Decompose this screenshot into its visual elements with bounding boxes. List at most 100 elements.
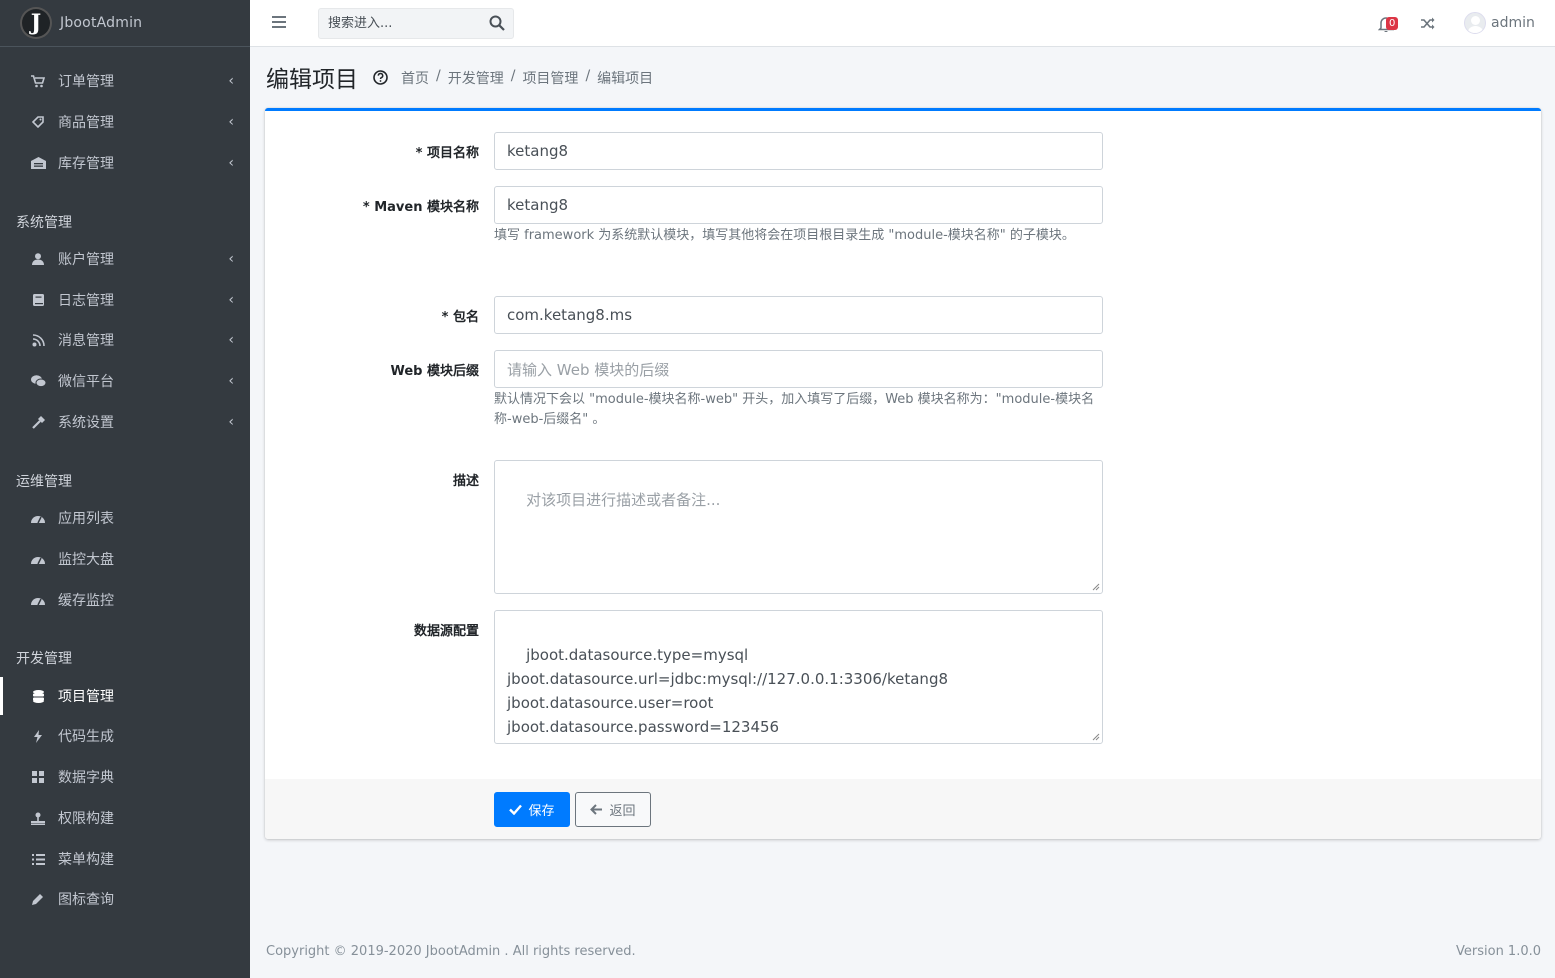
- gauge-icon: [30, 510, 46, 526]
- resize-handle-icon[interactable]: [1092, 583, 1100, 591]
- check-icon: [509, 804, 523, 815]
- gauge-icon: [30, 592, 46, 608]
- project-name-label: * 项目名称: [415, 146, 479, 161]
- warehouse-icon: [30, 155, 46, 171]
- version: Version 1.0.0: [1456, 944, 1542, 959]
- web-suffix-help: 默认情况下会以 "module-模块名称-web" 开头，加入填写了后缀，Web…: [494, 392, 1095, 427]
- sidebar-item-label: 项目管理: [58, 689, 114, 705]
- shuffle-icon[interactable]: [1420, 16, 1435, 31]
- sidebar-item-menus[interactable]: 菜单构建: [0, 840, 250, 878]
- sidebar-item-label: 菜单构建: [58, 852, 114, 868]
- edit-project-card: * 项目名称 ketang8 * Maven 模块名称 ketang8 填写 f…: [265, 108, 1541, 839]
- sidebar-item-label: 微信平台: [58, 374, 114, 390]
- sidebar-item-label: 消息管理: [58, 333, 114, 349]
- sidebar-item-permissions[interactable]: 权限构建: [0, 799, 250, 837]
- maven-module-help: 填写 framework 为系统默认模块，填写其他将会在项目根目录生成 "mod…: [494, 228, 1075, 243]
- sidebar-item-orders[interactable]: 订单管理 ‹: [0, 62, 250, 100]
- back-button[interactable]: 返回: [575, 792, 651, 827]
- username: admin: [1491, 15, 1535, 31]
- nav-header-system: 系统管理: [16, 215, 72, 231]
- sidebar-item-apps[interactable]: 应用列表: [0, 499, 250, 537]
- sidebar-item-label: 账户管理: [58, 252, 114, 268]
- breadcrumb-separator: /: [436, 68, 441, 84]
- sidebar-item-label: 权限构建: [58, 811, 114, 827]
- save-button[interactable]: 保存: [494, 792, 570, 827]
- sidebar-item-label: 日志管理: [58, 293, 114, 309]
- package-name-input[interactable]: com.ketang8.ms: [494, 296, 1103, 334]
- sidebar-item-dictionary[interactable]: 数据字典: [0, 758, 250, 796]
- tag-icon: [30, 114, 46, 130]
- sidebar-item-codegen[interactable]: 代码生成: [0, 717, 250, 755]
- resize-handle-icon[interactable]: [1092, 733, 1100, 741]
- sidebar-item-messages[interactable]: 消息管理 ‹: [0, 321, 250, 359]
- chevron-left-icon: ‹: [228, 155, 234, 171]
- grid-icon: [30, 769, 46, 785]
- description-placeholder: 对该项目进行描述或者备注...: [526, 491, 721, 509]
- sidebar-item-label: 应用列表: [58, 511, 114, 527]
- broadcast-icon: [30, 332, 46, 348]
- breadcrumb-separator: /: [585, 68, 591, 84]
- chevron-left-icon: ‹: [228, 292, 234, 308]
- brand-name: JbootAdmin: [60, 15, 143, 31]
- sidebar-item-label: 代码生成: [58, 729, 114, 745]
- sidebar-item-cache[interactable]: 缓存监控: [0, 581, 250, 619]
- wechat-icon: [30, 373, 46, 389]
- gauge-icon: [30, 551, 46, 567]
- sidebar-item-label: 数据字典: [58, 770, 114, 786]
- menu-toggle-icon[interactable]: [272, 16, 286, 28]
- project-name-input[interactable]: ketang8: [494, 132, 1103, 170]
- sidebar-item-products[interactable]: 商品管理 ‹: [0, 103, 250, 141]
- hammer-icon: [30, 414, 46, 430]
- web-suffix-input[interactable]: 请输入 Web 模块的后缀: [494, 350, 1103, 388]
- sidebar-item-inventory[interactable]: 库存管理 ‹: [0, 144, 250, 182]
- maven-module-input[interactable]: ketang8: [494, 186, 1103, 224]
- notification-badge: 0: [1386, 17, 1399, 30]
- sidebar-item-icons[interactable]: 图标查询: [0, 880, 250, 918]
- sidebar-item-projects[interactable]: 项目管理: [0, 677, 250, 715]
- breadcrumb-projects[interactable]: 项目管理: [522, 68, 578, 88]
- sidebar-item-label: 商品管理: [58, 115, 114, 131]
- breadcrumb-home[interactable]: 首页: [401, 68, 429, 88]
- breadcrumb-dev[interactable]: 开发管理: [448, 68, 504, 88]
- chevron-left-icon: ‹: [228, 332, 234, 348]
- nav-header-dev: 开发管理: [16, 651, 72, 667]
- chevron-left-icon: ‹: [228, 414, 234, 430]
- package-name-label: * 包名: [441, 310, 479, 325]
- maven-module-label: * Maven 模块名称: [362, 200, 479, 215]
- list-icon: [30, 851, 46, 867]
- topbar: 0 admin: [250, 0, 1555, 47]
- sidebar-item-label: 订单管理: [58, 74, 114, 90]
- datasource-textarea[interactable]: jboot.datasource.type=mysql jboot.dataso…: [494, 610, 1103, 744]
- chevron-left-icon: ‹: [228, 114, 234, 130]
- brand-logo: J: [22, 9, 50, 37]
- question-circle-icon[interactable]: [373, 70, 388, 85]
- cart-icon: [30, 73, 46, 89]
- brand-link[interactable]: J JbootAdmin: [0, 0, 250, 47]
- web-suffix-label: Web 模块后缀: [390, 364, 479, 379]
- search-icon[interactable]: [489, 15, 505, 31]
- pen-icon: [30, 891, 46, 907]
- datasource-value: jboot.datasource.type=mysql jboot.dataso…: [507, 646, 949, 736]
- sidebar-item-label: 系统设置: [58, 415, 114, 431]
- sidebar-item-settings[interactable]: 系统设置 ‹: [0, 403, 250, 441]
- search-input[interactable]: [319, 16, 479, 31]
- database-icon: [30, 688, 46, 704]
- sidebar-item-label: 图标查询: [58, 892, 114, 908]
- sidebar-item-accounts[interactable]: 账户管理 ‹: [0, 240, 250, 278]
- description-textarea[interactable]: 对该项目进行描述或者备注...: [494, 460, 1103, 594]
- search-box: [318, 8, 514, 39]
- sidebar-item-logs[interactable]: 日志管理 ‹: [0, 281, 250, 319]
- arrow-left-icon: [590, 804, 603, 815]
- sidebar-item-label: 库存管理: [58, 156, 114, 172]
- nav-header-ops: 运维管理: [16, 474, 72, 490]
- chevron-left-icon: ‹: [228, 73, 234, 89]
- user-menu[interactable]: admin: [1464, 12, 1535, 34]
- description-label: 描述: [452, 474, 479, 489]
- sidebar-item-dashboard[interactable]: 监控大盘: [0, 540, 250, 578]
- sidebar-item-label: 监控大盘: [58, 552, 114, 568]
- sidebar-item-wechat[interactable]: 微信平台 ‹: [0, 362, 250, 400]
- copyright: Copyright © 2019-2020 JbootAdmin . All r…: [266, 944, 636, 959]
- bolt-icon: [30, 728, 46, 744]
- book-icon: [30, 292, 46, 308]
- sidebar-item-label: 缓存监控: [58, 593, 114, 609]
